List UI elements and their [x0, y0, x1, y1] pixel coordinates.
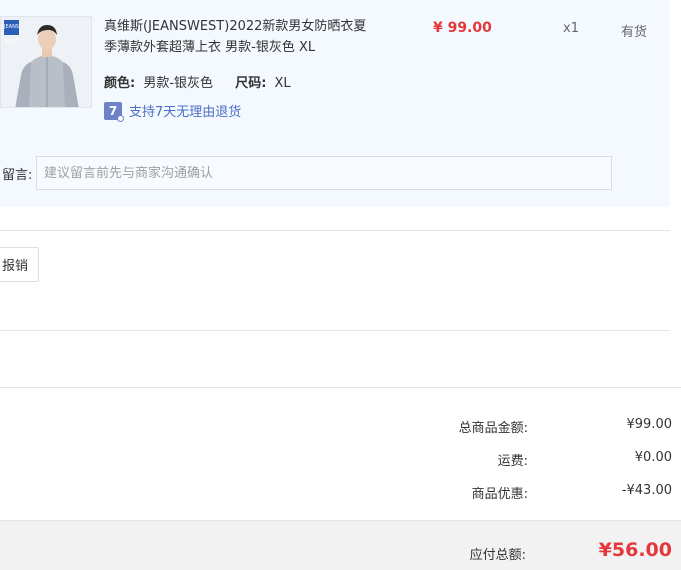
color-label: 颜色: [104, 76, 136, 91]
discount-value: -¥43.00 [621, 483, 672, 498]
goods-total-label: 总商品金额: [458, 421, 528, 436]
product-title-line-2[interactable]: 季薄款外套超薄上衣 男款-银灰色 XL [104, 38, 315, 58]
product-panel: JEANS WEST 真维斯(JEANSWEST)2022新款男女防晒衣夏 季薄… [0, 0, 670, 207]
brand-logo: JEANS WEST [4, 20, 19, 45]
product-attributes: 颜色: 男款-银灰色 尺码: XL [104, 72, 291, 91]
reimburse-button[interactable]: 报销 [0, 247, 39, 282]
shipping-label: 运费: [497, 454, 528, 469]
check-badge-icon [117, 114, 124, 122]
payable-label: 应付总额: [469, 548, 526, 563]
color-value: 男款-银灰色 [143, 76, 214, 91]
shipping-value: ¥0.00 [634, 450, 672, 465]
size-label: 尺码: [235, 76, 267, 91]
divider [0, 330, 670, 331]
message-label: 留言: [2, 168, 33, 183]
return-policy: 7 支持7天无理由退货 [104, 101, 242, 122]
divider [0, 387, 681, 388]
product-price: ¥ 99.00 [433, 20, 492, 36]
payable-total-bar: 应付总额: ¥56.00 [0, 520, 681, 570]
seven-day-return-icon: 7 [104, 101, 124, 122]
product-image[interactable]: JEANS WEST [0, 16, 92, 108]
message-input[interactable] [36, 156, 612, 190]
goods-total-value: ¥99.00 [626, 417, 673, 432]
product-title-line-1[interactable]: 真维斯(JEANSWEST)2022新款男女防晒衣夏 [104, 17, 366, 37]
discount-label: 商品优惠: [471, 487, 528, 502]
stock-status: 有货 [621, 25, 648, 40]
payable-value: ¥56.00 [598, 539, 672, 561]
size-value: XL [274, 76, 291, 91]
divider [0, 230, 670, 231]
product-quantity: x1 [563, 21, 579, 36]
return-policy-text: 支持7天无理由退货 [129, 105, 242, 120]
